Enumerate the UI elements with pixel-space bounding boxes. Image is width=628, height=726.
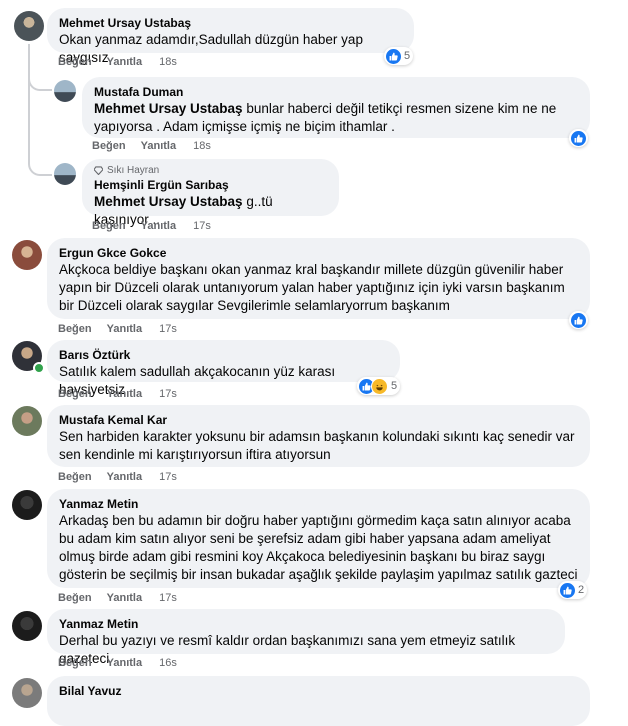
reply-button[interactable]: Yanıtla xyxy=(107,323,142,335)
comment-actions: Beğen Yanıtla 17s xyxy=(58,470,192,484)
comment-bubble: Mustafa Duman Mehmet Ursay Ustabaş bunla… xyxy=(82,77,590,138)
comment-bubble: Barıs Öztürk Satılık kalem sadullah akça… xyxy=(47,340,400,397)
comment-text: Akçkoca beldiye başkanı okan yanmaz kral… xyxy=(59,262,565,313)
comment-author[interactable]: Barıs Öztürk xyxy=(59,347,388,363)
haha-emoji-icon xyxy=(371,377,388,395)
comment-bubble: Mehmet Ursay Ustabaş Okan yanmaz adamdır… xyxy=(47,8,414,65)
comment-bubble: Sıkı Hayran Hemşinli Ergün Sarıbaş Mehme… xyxy=(82,159,339,227)
reply-button[interactable]: Yanıtla xyxy=(141,220,176,232)
comment-author[interactable]: Bilal Yavuz xyxy=(59,683,578,699)
like-button[interactable]: Beğen xyxy=(58,56,92,68)
reaction-count: 5 xyxy=(391,380,398,392)
mention-link[interactable]: Mehmet Ursay Ustabaş xyxy=(94,194,243,209)
like-button[interactable]: Beğen xyxy=(58,592,92,604)
reaction-count: 2 xyxy=(578,584,585,596)
avatar[interactable] xyxy=(12,678,42,708)
comment-actions: Beğen Yanıtla 17s xyxy=(92,219,226,233)
thread-line xyxy=(28,88,30,158)
reaction-summary[interactable] xyxy=(569,311,588,329)
avatar[interactable] xyxy=(14,11,44,41)
reply-button[interactable]: Yanıtla xyxy=(107,471,142,483)
comment-author[interactable]: Yanmaz Metin xyxy=(59,616,553,632)
comment-timestamp[interactable]: 18s xyxy=(193,140,211,152)
thread-connector xyxy=(28,158,52,176)
comment-author[interactable]: Yanmaz Metin xyxy=(59,496,578,512)
comment-actions: Beğen Yanıtla 18s xyxy=(92,139,226,153)
reply-button[interactable]: Yanıtla xyxy=(107,56,142,68)
comment-actions: Beğen Yanıtla 17s xyxy=(58,387,192,401)
thumbs-up-icon xyxy=(571,312,586,328)
like-button[interactable]: Beğen xyxy=(58,471,92,483)
like-button[interactable]: Beğen xyxy=(92,140,126,152)
comment-author[interactable]: Hemşinli Ergün Sarıbaş xyxy=(94,177,327,193)
like-button[interactable]: Beğen xyxy=(92,220,126,232)
comment-bubble: Ergun Gkce Gokce Akçkoca beldiye başkanı… xyxy=(47,238,590,319)
like-button[interactable]: Beğen xyxy=(58,657,92,669)
reaction-summary[interactable]: 5 xyxy=(357,377,401,395)
reply-button[interactable]: Yanıtla xyxy=(107,388,142,400)
comment-text: Sen harbiden karakter yoksunu bir adamsı… xyxy=(59,429,575,462)
comment-bubble: Bilal Yavuz xyxy=(47,676,590,726)
top-fan-badge: Sıkı Hayran xyxy=(94,164,327,177)
comment-bubble: Yanmaz Metin Derhal bu yazıyı ve resmî k… xyxy=(47,609,565,666)
comment-timestamp[interactable]: 17s xyxy=(159,471,177,483)
avatar[interactable] xyxy=(54,163,76,185)
comment-author[interactable]: Mustafa Kemal Kar xyxy=(59,412,578,428)
comment-timestamp[interactable]: 17s xyxy=(159,592,177,604)
reply-button[interactable]: Yanıtla xyxy=(107,592,142,604)
comment-author[interactable]: Mehmet Ursay Ustabaş xyxy=(59,15,402,31)
badge-label: Sıkı Hayran xyxy=(107,165,160,176)
reaction-count: 5 xyxy=(404,50,411,62)
comment-actions: Beğen Yanıtla 16s xyxy=(58,656,192,670)
comment-bubble: Yanmaz Metin Arkadaş ben bu adamın bir d… xyxy=(47,489,590,588)
reaction-summary[interactable]: 5 xyxy=(384,47,414,65)
like-button[interactable]: Beğen xyxy=(58,323,92,335)
like-button[interactable]: Beğen xyxy=(58,388,92,400)
comment-actions: Beğen Yanıtla 17s xyxy=(58,322,192,336)
avatar[interactable] xyxy=(12,240,42,270)
comment-author[interactable]: Ergun Gkce Gokce xyxy=(59,245,578,261)
comment-actions: Beğen Yanıtla 18s xyxy=(58,55,192,69)
avatar[interactable] xyxy=(54,80,76,102)
online-status-icon xyxy=(33,362,45,374)
comment-timestamp[interactable]: 17s xyxy=(193,220,211,232)
comment-timestamp[interactable]: 17s xyxy=(159,323,177,335)
comment-text: Arkadaş ben bu adamın bir doğru haber ya… xyxy=(59,513,578,582)
diamond-badge-icon xyxy=(94,166,103,175)
comment-timestamp[interactable]: 18s xyxy=(159,56,177,68)
avatar[interactable] xyxy=(12,611,42,641)
reaction-summary[interactable]: 2 xyxy=(558,581,588,599)
reply-button[interactable]: Yanıtla xyxy=(141,140,176,152)
thumbs-up-icon xyxy=(560,582,575,598)
thumbs-up-icon xyxy=(386,48,401,64)
avatar[interactable] xyxy=(12,406,42,436)
comment-actions: Beğen Yanıtla 17s xyxy=(58,591,192,605)
comment-timestamp[interactable]: 17s xyxy=(159,388,177,400)
thumbs-up-icon xyxy=(571,130,586,146)
comment-bubble: Mustafa Kemal Kar Sen harbiden karakter … xyxy=(47,405,590,467)
mention-link[interactable]: Mehmet Ursay Ustabaş xyxy=(94,101,243,116)
avatar[interactable] xyxy=(12,490,42,520)
thread-connector xyxy=(28,75,52,91)
comment-timestamp[interactable]: 16s xyxy=(159,657,177,669)
comment-author[interactable]: Mustafa Duman xyxy=(94,84,578,100)
reaction-summary[interactable] xyxy=(569,129,588,147)
reply-button[interactable]: Yanıtla xyxy=(107,657,142,669)
